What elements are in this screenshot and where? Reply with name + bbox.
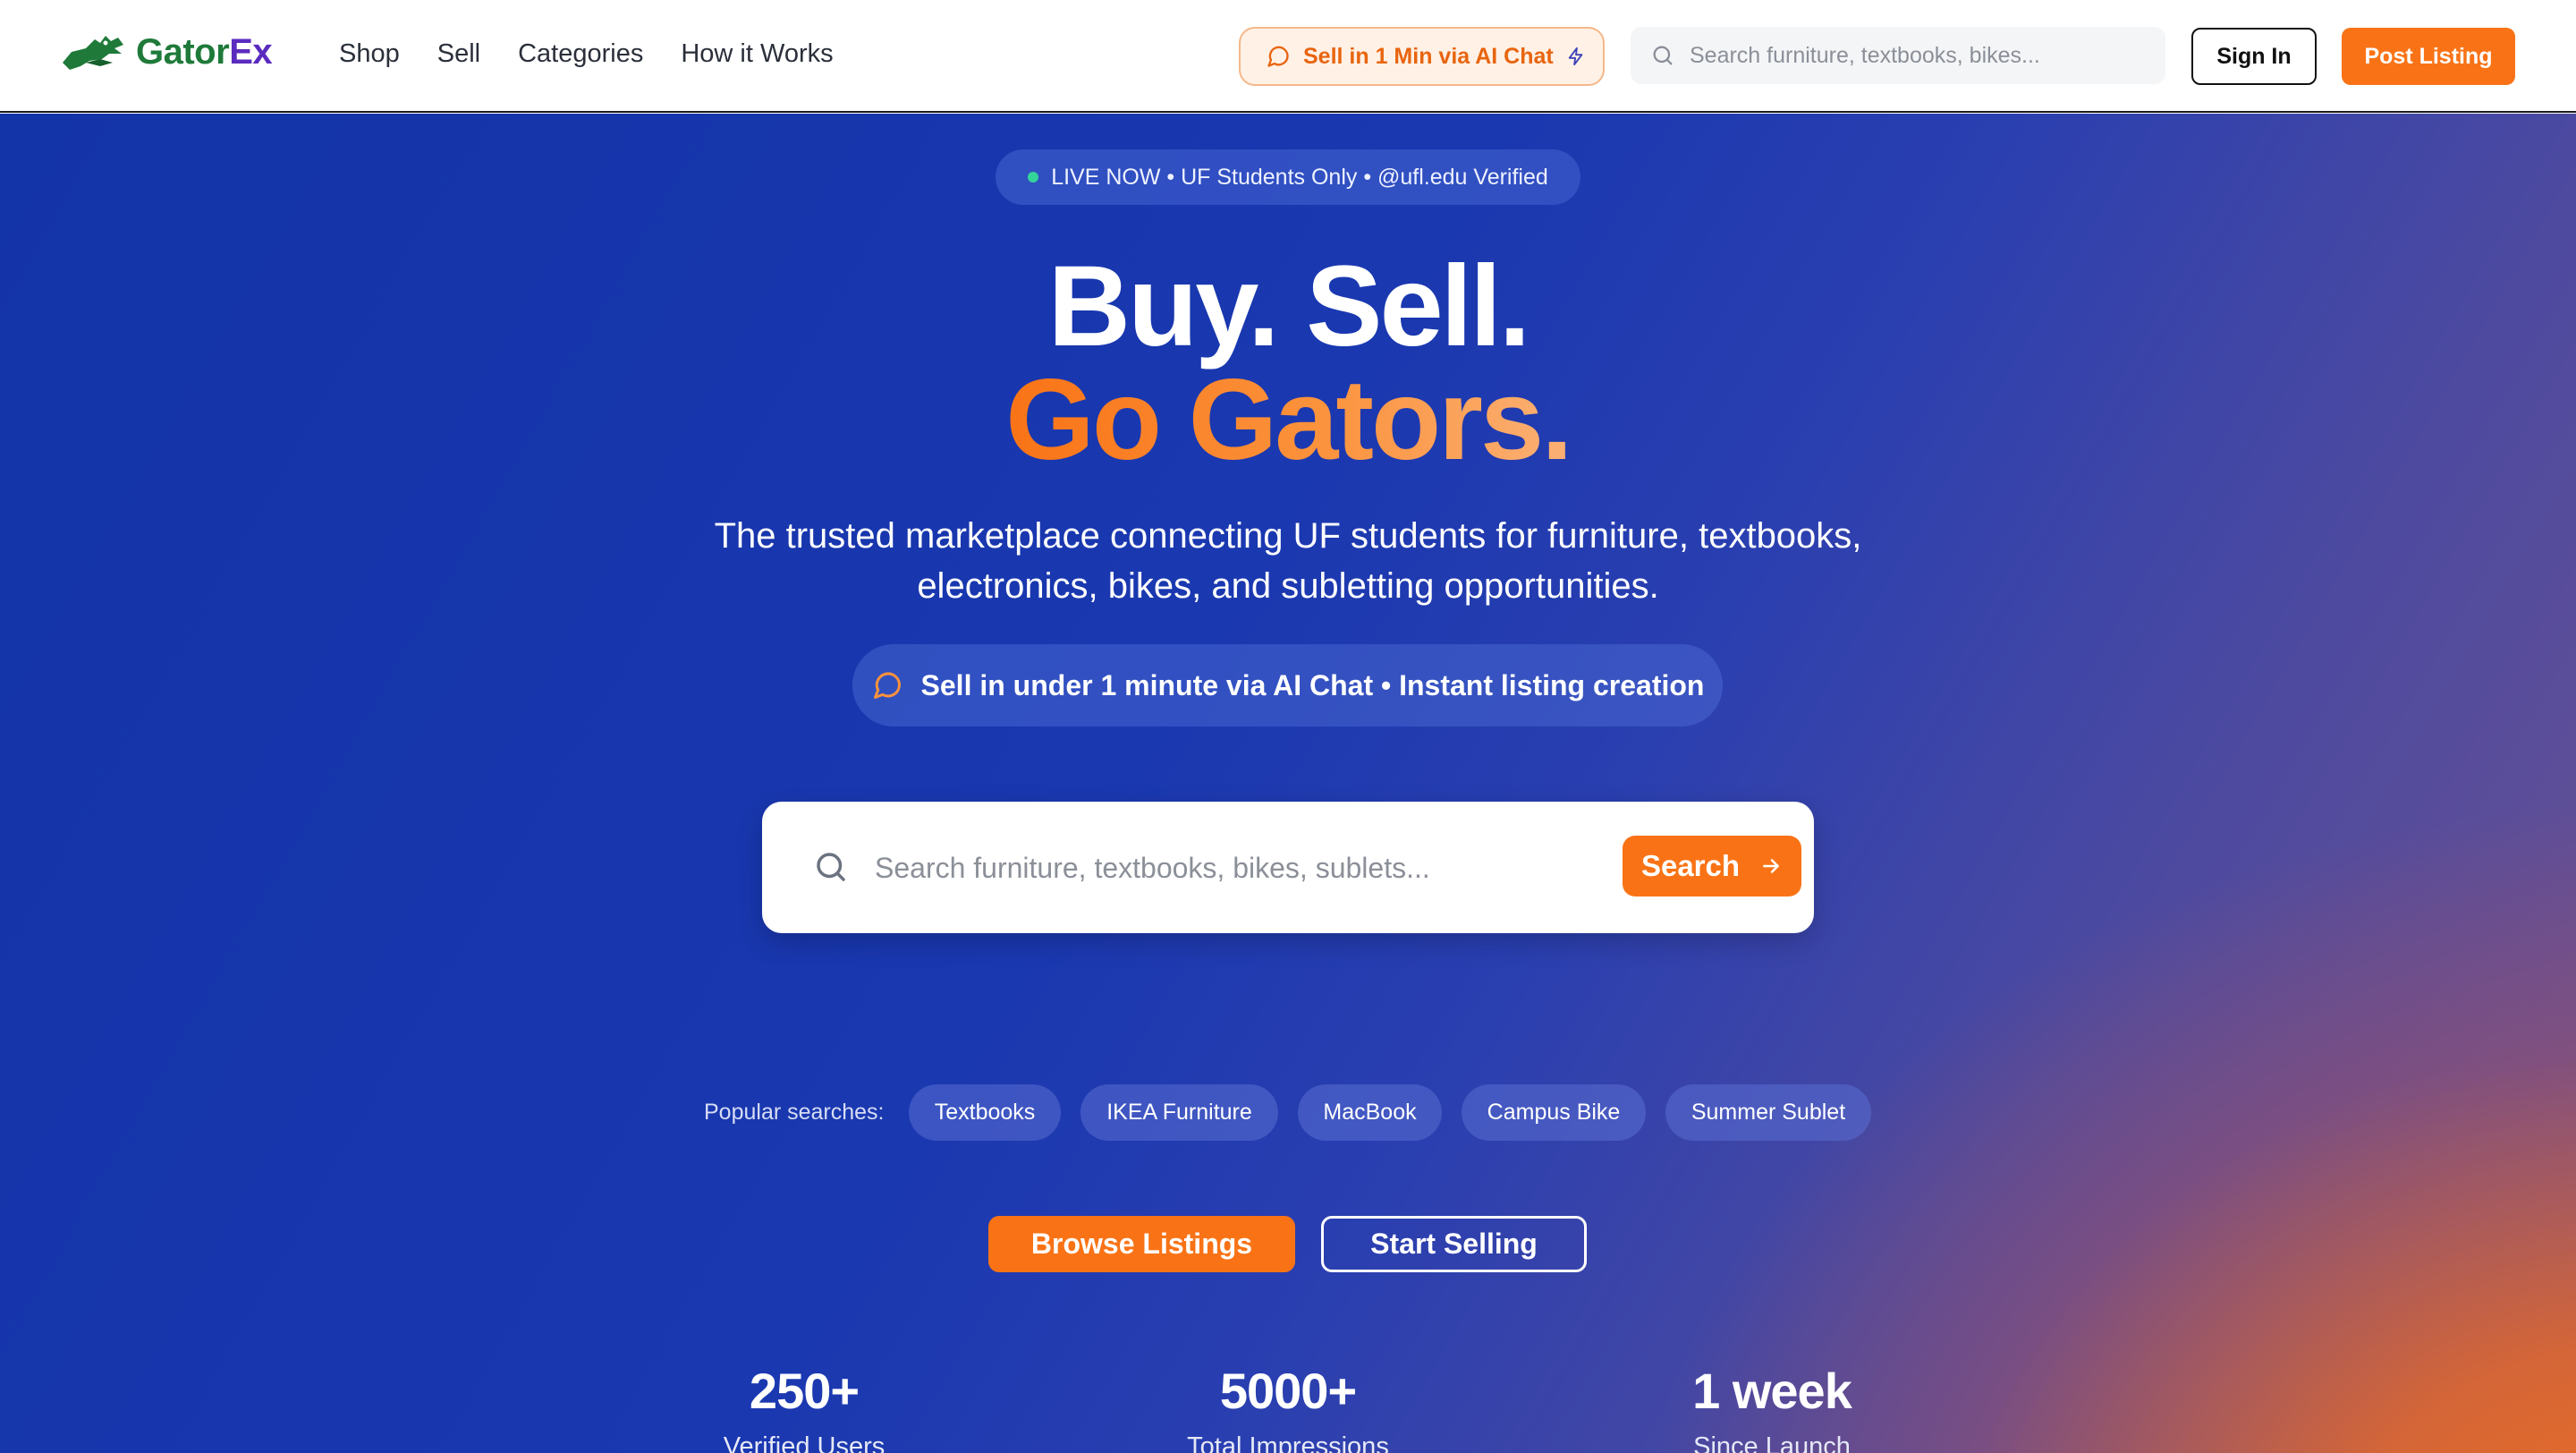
logo-text-gator: Gator <box>136 31 230 72</box>
start-selling-button[interactable]: Start Selling <box>1321 1216 1587 1272</box>
stat-value: 1 week <box>1692 1363 1852 1419</box>
headline-go-gators: Go Gators. <box>0 363 2576 478</box>
stat-label: Since Launch <box>1693 1432 1851 1453</box>
nav-link-how-it-works[interactable]: How it Works <box>681 39 833 69</box>
post-listing-button[interactable]: Post Listing <box>2342 28 2515 85</box>
popular-chip-macbook[interactable]: MacBook <box>1298 1084 1442 1141</box>
popular-chip-ikea-furniture[interactable]: IKEA Furniture <box>1080 1084 1278 1141</box>
hero-subtitle-line-1: The trusted marketplace connecting UF st… <box>714 516 1862 556</box>
stat-total-impressions: 5000+ Total Impressions <box>1127 1366 1449 1453</box>
chat-bubble-icon <box>873 672 901 699</box>
stat-value: 250+ <box>749 1363 860 1419</box>
stat-value: 5000+ <box>1219 1363 1357 1419</box>
ai-chat-info-text: Sell in under 1 minute via AI Chat • Ins… <box>920 668 1705 701</box>
sign-in-button[interactable]: Sign In <box>2191 28 2317 85</box>
popular-chip-textbooks[interactable]: Textbooks <box>909 1084 1061 1141</box>
hero-subtitle-line-2: electronics, bikes, and subletting oppor… <box>917 566 1659 606</box>
stat-label: Verified Users <box>723 1432 886 1453</box>
nav-link-shop[interactable]: Shop <box>339 39 400 69</box>
hero-search-button-label: Search <box>1640 849 1741 882</box>
nav-search-bar <box>1631 27 2165 84</box>
live-status-pill: LIVE NOW • UF Students Only • @ufl.edu V… <box>996 149 1580 205</box>
popular-chip-campus-bike[interactable]: Campus Bike <box>1462 1084 1646 1141</box>
logo[interactable]: GatorEx <box>59 27 273 77</box>
live-status-text: LIVE NOW • UF Students Only • @ufl.edu V… <box>1051 164 1548 190</box>
gator-logo-icon <box>63 36 123 70</box>
chat-bubble-icon <box>1267 46 1289 67</box>
search-icon <box>1653 46 1673 65</box>
nav-links: Shop Sell Categories How it Works <box>339 39 834 69</box>
search-icon <box>817 853 845 881</box>
headline-go-gators-text: Go Gators. <box>1005 356 1572 484</box>
top-navbar: GatorEx Shop Sell Categories How it Work… <box>0 0 2576 113</box>
live-dot-icon <box>1028 172 1039 183</box>
nav-link-categories[interactable]: Categories <box>518 39 643 69</box>
stat-since-launch: 1 week Since Launch <box>1611 1366 1933 1453</box>
ai-chat-sell-label: Sell in 1 Min via AI Chat <box>1303 43 1554 69</box>
ai-chat-info-pill: Sell in under 1 minute via AI Chat • Ins… <box>852 644 1723 726</box>
nav-link-sell[interactable]: Sell <box>437 39 480 69</box>
ai-chat-sell-button[interactable]: Sell in 1 Min via AI Chat <box>1239 27 1605 86</box>
hero-search-button[interactable]: Search <box>1623 836 1801 896</box>
browse-listings-button[interactable]: Browse Listings <box>988 1216 1295 1272</box>
hero-section: LIVE NOW • UF Students Only • @ufl.edu V… <box>0 114 2576 1453</box>
lightning-icon <box>1568 47 1583 66</box>
stat-label: Total Impressions <box>1187 1432 1389 1453</box>
logo-text-ex: Ex <box>229 31 273 72</box>
arrow-right-icon <box>1763 859 1779 873</box>
hero-search-input[interactable] <box>875 843 1447 893</box>
hero-search-box: Search <box>762 802 1814 933</box>
stat-verified-users: 250+ Verified Users <box>643 1366 965 1453</box>
headline-buy-sell: Buy. Sell. <box>1047 242 1531 370</box>
popular-chip-summer-sublet[interactable]: Summer Sublet <box>1665 1084 1871 1141</box>
popular-searches-label: Popular searches: <box>704 1100 885 1125</box>
nav-search-input[interactable] <box>1690 42 2155 69</box>
